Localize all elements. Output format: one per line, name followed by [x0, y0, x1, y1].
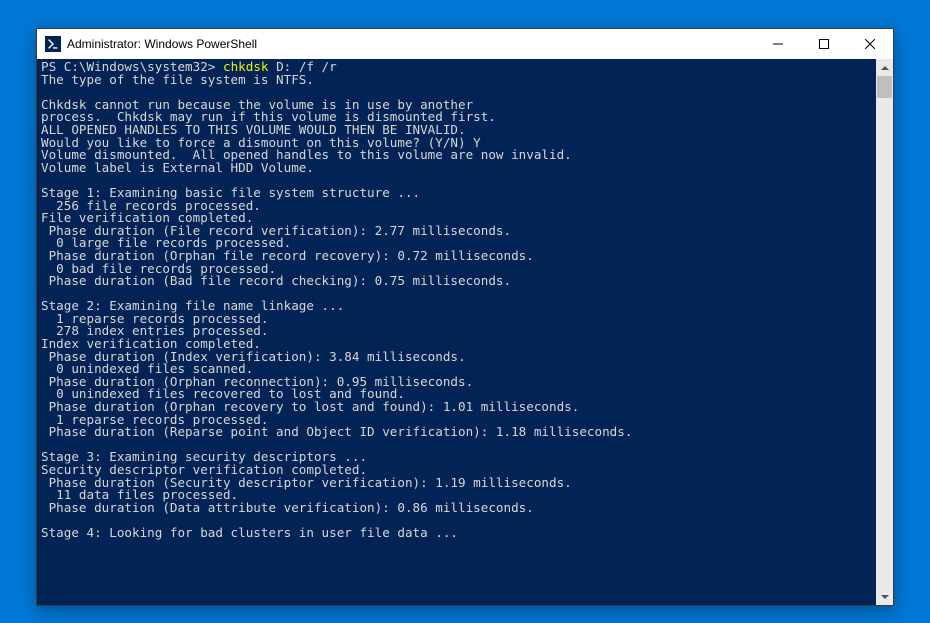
titlebar[interactable]: Administrator: Windows PowerShell	[37, 29, 893, 59]
window-controls	[755, 29, 893, 59]
scroll-up-button[interactable]	[876, 59, 893, 76]
scroll-down-button[interactable]	[876, 588, 893, 605]
scrollbar-thumb[interactable]	[877, 76, 892, 98]
close-button[interactable]	[847, 29, 893, 59]
output-lines: The type of the file system is NTFS. Chk…	[41, 72, 632, 540]
minimize-button[interactable]	[755, 29, 801, 59]
console-area: PS C:\Windows\system32> chkdsk D: /f /r …	[37, 59, 893, 605]
vertical-scrollbar[interactable]	[876, 59, 893, 605]
powershell-window: Administrator: Windows PowerShell PS C:\…	[36, 28, 894, 606]
maximize-button[interactable]	[801, 29, 847, 59]
scrollbar-track[interactable]	[876, 76, 893, 588]
window-title: Administrator: Windows PowerShell	[67, 37, 755, 51]
powershell-icon	[45, 36, 61, 52]
console-output[interactable]: PS C:\Windows\system32> chkdsk D: /f /r …	[37, 59, 876, 605]
